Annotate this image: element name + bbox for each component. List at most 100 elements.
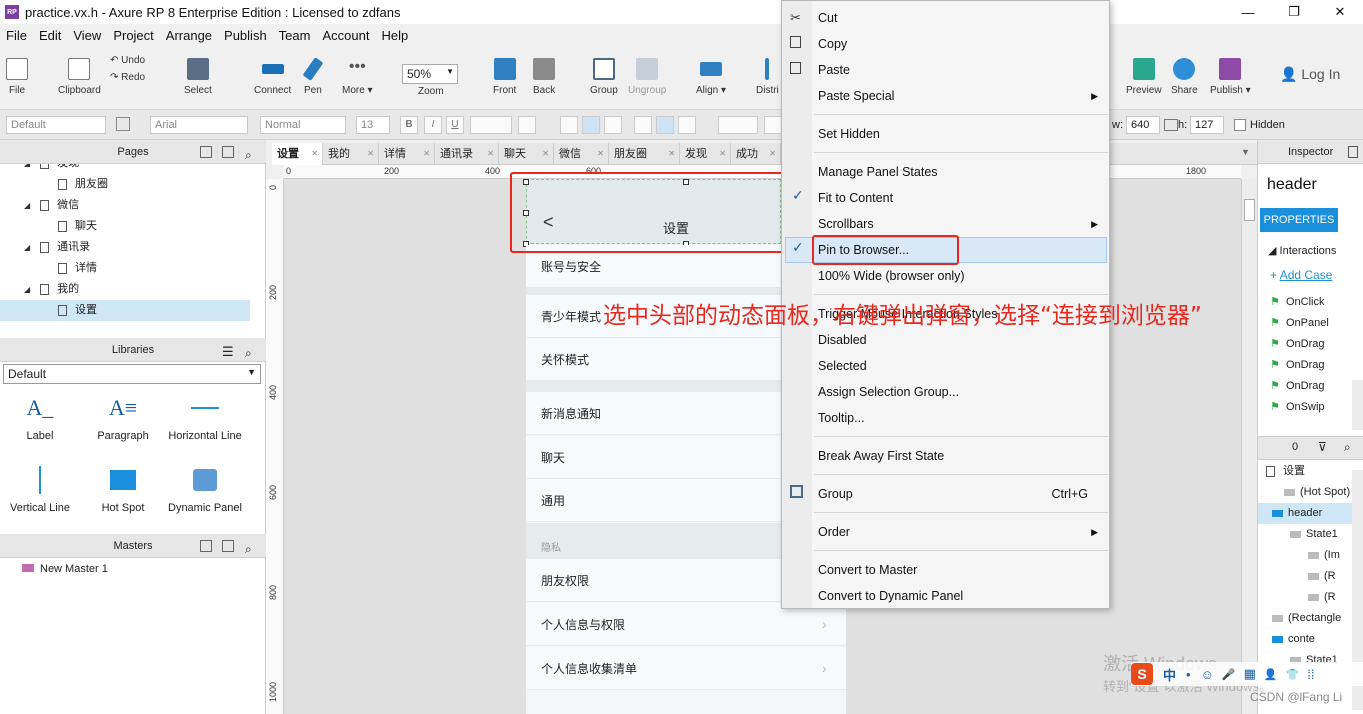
user-icon[interactable]: 👤 — [1264, 668, 1278, 681]
menu-paste[interactable]: Paste — [818, 57, 1108, 83]
menu-selected[interactable]: Selected — [818, 353, 1108, 379]
event-item[interactable]: ⚑ OnDrag — [1258, 355, 1354, 376]
tab-close-icon[interactable]: ✕ — [423, 143, 430, 165]
front-button[interactable]: Front — [493, 58, 516, 96]
undo-button[interactable]: ↶ Undo — [110, 55, 145, 66]
list-item[interactable]: 个人信息收集清单 › — [526, 647, 846, 690]
master-item[interactable]: New Master 1 — [0, 559, 250, 580]
add-folder-icon[interactable] — [222, 540, 234, 552]
expander-icon[interactable]: ◢ — [24, 243, 30, 252]
library-dynamic-panel[interactable]: Dynamic Panel — [165, 464, 245, 514]
width-input[interactable]: 640 — [1126, 116, 1160, 134]
library-hot-spot[interactable]: Hot Spot — [83, 464, 163, 514]
expander-icon[interactable]: ◢ — [24, 201, 30, 210]
restore-button[interactable]: ❐ — [1271, 0, 1317, 24]
page-tree-item[interactable]: ◢ 发现 — [0, 164, 250, 174]
properties-tab[interactable]: PROPERTIES — [1260, 208, 1338, 232]
lock-icon[interactable] — [1164, 119, 1178, 131]
search-icon[interactable]: ⌕ — [245, 341, 252, 365]
library-label[interactable]: A_ Label — [0, 392, 80, 442]
menu-cut[interactable]: Cut — [818, 5, 1108, 31]
outline-item[interactable]: State1 — [1258, 524, 1354, 545]
menu-fit-to-content[interactable]: Fit to Content — [818, 185, 1108, 211]
page-tree-item[interactable]: ◢ 我的 — [0, 279, 250, 300]
style-select[interactable]: Default — [6, 116, 106, 134]
chinese-input-icon[interactable]: 中 — [1163, 665, 1176, 684]
library-select[interactable]: Default ▼ — [3, 364, 261, 384]
menu-break-away-first-state[interactable]: Break Away First State — [818, 443, 1108, 469]
share-button[interactable]: Share — [1171, 58, 1198, 96]
tab-close-icon[interactable]: ✕ — [542, 143, 549, 165]
font-color-button[interactable] — [470, 116, 512, 134]
login-button[interactable]: 👤 Log In — [1280, 66, 1340, 83]
menu-account[interactable]: Account — [316, 28, 375, 43]
bullet-button[interactable] — [518, 116, 536, 134]
page-notes-icon[interactable] — [1348, 146, 1358, 158]
minimize-button[interactable]: — — [1225, 0, 1271, 24]
menu-order[interactable]: Order ▶ — [818, 519, 1108, 545]
tab-close-icon[interactable]: ✕ — [311, 143, 318, 165]
page-tree-item[interactable]: 详情 — [0, 258, 250, 279]
menu-copy[interactable]: Copy — [818, 31, 1108, 57]
tab[interactable]: 微信 ✕ — [554, 143, 609, 165]
bold-button[interactable]: B — [400, 116, 418, 134]
scrollbar-thumb[interactable] — [1244, 199, 1255, 221]
font-size-select[interactable]: 13 — [356, 116, 390, 134]
more-button[interactable]: ••• More ▾ — [342, 58, 373, 96]
tab[interactable]: 朋友圈 ✕ — [609, 143, 680, 165]
add-case-link[interactable]: + Add Case — [1270, 268, 1332, 282]
tab[interactable]: 聊天 ✕ — [499, 143, 554, 165]
outline-page[interactable]: 设置 — [1266, 462, 1305, 478]
pen-button[interactable]: Pen — [302, 57, 324, 96]
tab[interactable]: 我的 ✕ — [323, 143, 379, 165]
menu-team[interactable]: Team — [273, 28, 317, 43]
expander-icon[interactable]: ◢ — [24, 285, 30, 294]
tab-active[interactable]: 设置 ✕ — [272, 143, 323, 165]
menu-help[interactable]: Help — [375, 28, 414, 43]
page-tree-item[interactable]: 设置 — [0, 300, 250, 321]
event-item[interactable]: ⚑ OnDrag — [1258, 376, 1354, 397]
preview-button[interactable]: Preview — [1126, 58, 1162, 96]
menu-tooltip[interactable]: Tooltip... — [818, 405, 1108, 431]
event-item[interactable]: ⚑ OnDrag — [1258, 334, 1354, 355]
sogou-icon[interactable]: S — [1131, 663, 1153, 685]
menu-group[interactable]: Group Ctrl+G — [818, 481, 1108, 507]
back-button[interactable]: Back — [533, 58, 555, 96]
outline-item[interactable]: (Hot Spot) — [1258, 482, 1354, 503]
italic-button[interactable]: I — [424, 116, 442, 134]
distribute-button[interactable]: Distri — [756, 58, 779, 96]
select-button[interactable]: Select — [184, 58, 212, 96]
menu-disabled[interactable]: Disabled — [818, 327, 1108, 353]
microphone-icon[interactable]: 🎤 — [1222, 668, 1236, 681]
menu-project[interactable]: Project — [107, 28, 159, 43]
zoom-select[interactable]: 50% ▼ — [402, 64, 458, 84]
tab-close-icon[interactable]: ✕ — [719, 143, 726, 165]
page-tree-item[interactable]: 聊天 — [0, 216, 250, 237]
align-center-button[interactable] — [582, 116, 600, 134]
menu-arrange[interactable]: Arrange — [160, 28, 218, 43]
event-item[interactable]: ⚑ OnSwip — [1258, 397, 1354, 418]
canvas-scrollbar[interactable] — [1241, 179, 1257, 714]
menu-icon[interactable]: ☰ — [222, 340, 234, 364]
tabs-overflow-icon[interactable]: ▼ — [1241, 147, 1250, 157]
connect-button[interactable]: Connect — [254, 58, 291, 96]
library-vertical-line[interactable]: Vertical Line — [0, 464, 80, 514]
tab-close-icon[interactable]: ✕ — [487, 143, 494, 165]
tab-close-icon[interactable]: ✕ — [367, 143, 374, 165]
skin-icon[interactable]: 👕 — [1286, 668, 1300, 681]
outline-item[interactable]: (Im — [1258, 545, 1354, 566]
tab[interactable]: 成功 ✕ — [731, 143, 781, 165]
add-master-icon[interactable] — [200, 540, 212, 552]
emoji-icon[interactable]: ☺ — [1201, 667, 1214, 682]
tab[interactable]: 发现 ✕ — [680, 143, 731, 165]
underline-button[interactable]: U — [446, 116, 464, 134]
tab-close-icon[interactable]: ✕ — [769, 143, 776, 165]
library-paragraph[interactable]: A≡ Paragraph — [83, 392, 163, 442]
hidden-checkbox[interactable] — [1234, 119, 1246, 131]
menu-scrollbars[interactable]: Scrollbars ▶ — [818, 211, 1108, 237]
library-horizontal-line[interactable]: Horizontal Line — [165, 392, 245, 442]
menu-publish[interactable]: Publish — [218, 28, 273, 43]
menu-file[interactable]: File — [0, 28, 33, 43]
file-button[interactable]: File — [6, 58, 28, 96]
search-icon[interactable]: ⌕ — [1344, 440, 1351, 455]
